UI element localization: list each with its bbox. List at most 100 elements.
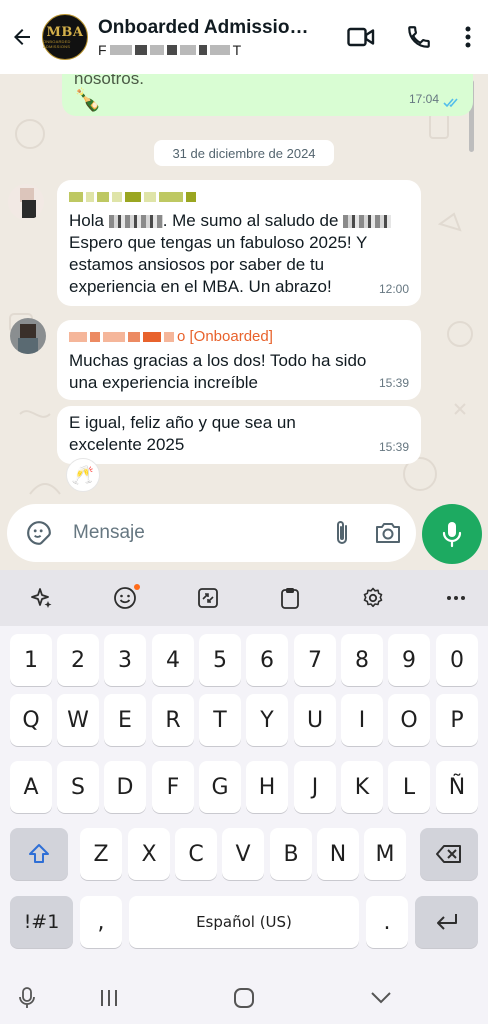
hide-keyboard-icon[interactable] (363, 980, 399, 1016)
enter-icon (436, 914, 457, 930)
key-9[interactable]: 9 (388, 634, 430, 686)
shift-key[interactable] (10, 828, 68, 880)
key-6[interactable]: 6 (246, 634, 288, 686)
contact-info[interactable]: Onboarded Admissions... F T (98, 17, 320, 57)
key-l[interactable]: L (388, 761, 430, 813)
back-arrow-icon[interactable] (2, 0, 42, 74)
key-4[interactable]: 4 (152, 634, 194, 686)
key-a[interactable]: A (10, 761, 52, 813)
key-f[interactable]: F (152, 761, 194, 813)
incoming-message[interactable]: E igual, feliz año y que sea un excelent… (57, 406, 421, 464)
key-x[interactable]: X (128, 828, 170, 880)
comma-key[interactable]: , (80, 896, 122, 948)
key-e[interactable]: E (104, 694, 146, 746)
period-key[interactable]: . (366, 896, 408, 948)
blurred-text (109, 45, 132, 55)
keyboard-mic-icon[interactable] (9, 980, 45, 1016)
key-2[interactable]: 2 (57, 634, 99, 686)
key-n[interactable]: N (317, 828, 359, 880)
key-z[interactable]: Z (80, 828, 122, 880)
mic-icon (442, 522, 462, 548)
more-icon[interactable] (434, 576, 478, 620)
key-8[interactable]: 8 (341, 634, 383, 686)
key-w[interactable]: W (57, 694, 99, 746)
key-u[interactable]: U (294, 694, 336, 746)
key-5[interactable]: 5 (199, 634, 241, 686)
symbols-key[interactable]: !#1 (10, 896, 73, 948)
incoming-message[interactable]: o [Onboarded] Muchas gracias a los dos! … (57, 320, 421, 400)
date-divider: 31 de diciembre de 2024 (154, 140, 334, 166)
backspace-icon (436, 845, 461, 863)
key-s[interactable]: S (57, 761, 99, 813)
message-reaction[interactable]: 🥂 (66, 458, 100, 492)
sender-avatar[interactable] (8, 184, 44, 220)
system-nav-bar (0, 970, 488, 1024)
key-7[interactable]: 7 (294, 634, 336, 686)
space-bar[interactable]: Español (US) (129, 896, 359, 948)
contact-avatar[interactable]: MBA ONBOARDED ADMISSIONS (42, 14, 88, 60)
key-t[interactable]: T (199, 694, 241, 746)
key-v[interactable]: V (222, 828, 264, 880)
message-time: 12:00 (378, 282, 409, 296)
message-input[interactable]: Mensaje (7, 504, 416, 562)
key-i[interactable]: I (341, 694, 383, 746)
sender-avatar[interactable] (10, 318, 46, 354)
camera-icon[interactable] (360, 513, 416, 553)
clipboard-translate-icon[interactable] (186, 576, 230, 620)
chat-subtitle: F T (98, 42, 320, 57)
key-d[interactable]: D (104, 761, 146, 813)
voice-record-button[interactable] (422, 504, 482, 564)
blurred-text (198, 45, 207, 55)
recent-apps-icon[interactable] (91, 980, 127, 1016)
blurred-text (166, 45, 177, 55)
key-g[interactable]: G (199, 761, 241, 813)
message-composer: Mensaje (0, 500, 488, 570)
home-icon[interactable] (226, 980, 262, 1016)
key-1[interactable]: 1 (10, 634, 52, 686)
message-time: 17:04 (408, 92, 439, 106)
key-b[interactable]: B (270, 828, 312, 880)
voice-call-icon[interactable] (390, 0, 448, 74)
emoji-icon[interactable] (103, 576, 147, 620)
key-q[interactable]: Q (10, 694, 52, 746)
key-p[interactable]: P (436, 694, 478, 746)
key-3[interactable]: 3 (104, 634, 146, 686)
key-c[interactable]: C (175, 828, 217, 880)
message-time: 15:39 (378, 440, 409, 454)
blurred-text (134, 45, 147, 55)
backspace-key[interactable] (420, 828, 478, 880)
subtitle-final: T (232, 42, 242, 57)
incoming-message[interactable]: Hola . Me sumo al saludo de Espero que t… (57, 180, 421, 306)
more-options-icon[interactable] (448, 0, 488, 74)
key-k[interactable]: K (341, 761, 383, 813)
key-m[interactable]: M (364, 828, 406, 880)
key-r[interactable]: R (152, 694, 194, 746)
subtitle-initial: F (98, 42, 107, 57)
sender-name: o [Onboarded] (69, 328, 409, 346)
keyboard-toolbar (0, 570, 488, 626)
outgoing-message[interactable]: nosotros. 🍾 17:04 (62, 74, 473, 116)
avatar-logo-subtext: ONBOARDED ADMISSIONS (43, 38, 71, 49)
shift-icon (29, 844, 49, 863)
sticker-icon[interactable] (19, 520, 59, 546)
on-screen-keyboard: 1 2 3 4 5 6 7 8 9 0 Q W E R T Y U I O P … (0, 570, 488, 1024)
avatar-logo-text: MBA (46, 24, 84, 40)
chat-area[interactable]: nosotros. 🍾 17:04 31 de diciembre de 202… (0, 74, 488, 570)
clipboard-icon[interactable] (268, 576, 312, 620)
message-time: 15:39 (378, 376, 409, 390)
blurred-text (149, 45, 164, 55)
key-enye[interactable]: Ñ (436, 761, 478, 813)
key-j[interactable]: J (294, 761, 336, 813)
key-y[interactable]: Y (246, 694, 288, 746)
header-actions (332, 0, 488, 74)
key-h[interactable]: H (246, 761, 288, 813)
blurred-text (209, 45, 230, 55)
attachment-icon[interactable] (324, 513, 360, 553)
settings-icon[interactable] (351, 576, 395, 620)
message-text: Muchas gracias a los dos! Todo ha sido u… (69, 351, 367, 392)
key-o[interactable]: O (388, 694, 430, 746)
key-0[interactable]: 0 (436, 634, 478, 686)
enter-key[interactable] (415, 896, 478, 948)
video-call-icon[interactable] (332, 0, 390, 74)
sparkle-icon[interactable] (20, 576, 64, 620)
